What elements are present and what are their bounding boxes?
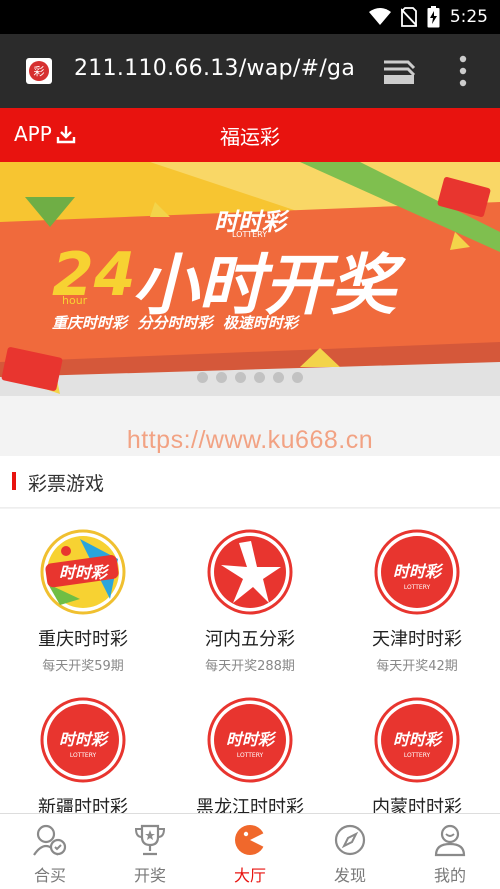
lottery-logo-icon: 时时彩 [40, 529, 126, 615]
page-title: 福运彩 [220, 125, 280, 149]
watermark-url: https://www.ku668.cn [126, 426, 374, 454]
promo-banner[interactable]: 时时彩 LOTTERY 24 hour 小时开奖 重庆时时彩 分分时时彩 极速时… [0, 162, 500, 396]
lottery-logo-text: 时时彩 [393, 730, 444, 749]
game-card[interactable]: 时时彩 LOTTERY 黑龙江时时彩 [167, 697, 333, 814]
lottery-logo-text: 时时彩 [226, 730, 277, 749]
game-subtitle: 每天开奖42期 [376, 659, 458, 674]
section-header: 彩票游戏 [0, 456, 500, 508]
game-name: 天津时时彩 [372, 629, 462, 650]
game-card[interactable]: 时时彩 重庆时时彩 每天开奖59期 [0, 529, 166, 674]
game-subtitle: 每天开奖288期 [205, 659, 295, 674]
battery-charging-icon [427, 6, 440, 28]
nav-item-lobby[interactable]: 大厅 [200, 814, 300, 889]
game-card[interactable]: 时时彩 LOTTERY 新疆时时彩 [0, 697, 166, 814]
status-bar: 5:25 [0, 0, 500, 34]
nav-item-group-buy[interactable]: 合买 [0, 814, 100, 889]
game-name: 内蒙时时彩 [372, 797, 462, 814]
lottery-logo-sub: LOTTERY [70, 752, 97, 759]
group-buy-icon [33, 824, 67, 856]
lottery-logo-sub: LOTTERY [237, 752, 264, 759]
carousel-dot[interactable] [273, 372, 284, 383]
carousel-dot[interactable] [254, 372, 265, 383]
wifi-icon [368, 8, 391, 25]
site-favicon: 彩 [26, 58, 52, 84]
section-title: 彩票游戏 [28, 473, 105, 495]
game-name: 河内五分彩 [205, 629, 295, 650]
game-card[interactable]: 河内五分彩 每天开奖288期 [167, 529, 333, 674]
section-accent-bar [12, 472, 16, 490]
carousel-dot[interactable] [216, 372, 227, 383]
lottery-red-icon: 时时彩 LOTTERY [207, 697, 293, 783]
app-header: APP 福运彩 [0, 108, 500, 162]
clock: 5:25 [449, 7, 488, 27]
lottery-red-icon: 时时彩 LOTTERY [374, 529, 460, 615]
lottery-logo-sub: LOTTERY [404, 584, 431, 591]
lottery-logo-text: 时时彩 [59, 563, 110, 582]
nav-label: 我的 [433, 866, 466, 885]
game-name: 重庆时时彩 [38, 629, 128, 650]
trophy-icon [134, 824, 166, 856]
lottery-logo-sub: LOTTERY [404, 752, 431, 759]
nav-label: 开奖 [133, 866, 166, 885]
nav-item-profile[interactable]: 我的 [400, 814, 500, 889]
url-field[interactable]: 211.110.66.13/wap/#/ga [74, 56, 354, 81]
lottery-logo-text: 时时彩 [393, 562, 444, 581]
vietnam-star-icon [207, 529, 293, 615]
lottery-red-icon: 时时彩 LOTTERY [374, 697, 460, 783]
banner-headline-hour: hour [62, 294, 88, 307]
profile-icon [434, 824, 466, 857]
game-name: 黑龙江时时彩 [196, 797, 304, 814]
game-grid: 时时彩 重庆时时彩 每天开奖59期 河内五分彩 每天开奖288期 时时彩 LOT… [0, 509, 500, 814]
nav-label: 合买 [33, 866, 66, 885]
bottom-nav: 合买 开奖 大厅 发现 我的 [0, 813, 500, 889]
carousel-indicator [0, 372, 500, 383]
banner-tagline: 重庆时时彩 分分时时彩 极速时时彩 [52, 314, 298, 332]
game-card[interactable]: 时时彩 LOTTERY 天津时时彩 每天开奖42期 [334, 529, 500, 674]
nav-item-discover[interactable]: 发现 [300, 814, 400, 889]
nav-item-results[interactable]: 开奖 [100, 814, 200, 889]
game-subtitle: 每天开奖59期 [42, 659, 124, 674]
carousel-dot[interactable] [235, 372, 246, 383]
lottery-red-icon: 时时彩 LOTTERY [40, 697, 126, 783]
overflow-menu-icon[interactable] [458, 54, 468, 88]
lobby-icon [235, 825, 266, 855]
carousel-dot[interactable] [197, 372, 208, 383]
lottery-logo-text: 时时彩 [59, 730, 110, 749]
no-sim-icon [400, 7, 417, 27]
nav-label: 大厅 [233, 866, 266, 885]
carousel-dot[interactable] [292, 372, 303, 383]
tabs-icon[interactable] [382, 56, 416, 86]
compass-icon [334, 824, 366, 856]
browser-toolbar: 彩 211.110.66.13/wap/#/ga [0, 34, 500, 108]
nav-label: 发现 [333, 866, 366, 885]
game-name: 新疆时时彩 [38, 797, 128, 814]
game-card[interactable]: 时时彩 LOTTERY 内蒙时时彩 [334, 697, 500, 814]
